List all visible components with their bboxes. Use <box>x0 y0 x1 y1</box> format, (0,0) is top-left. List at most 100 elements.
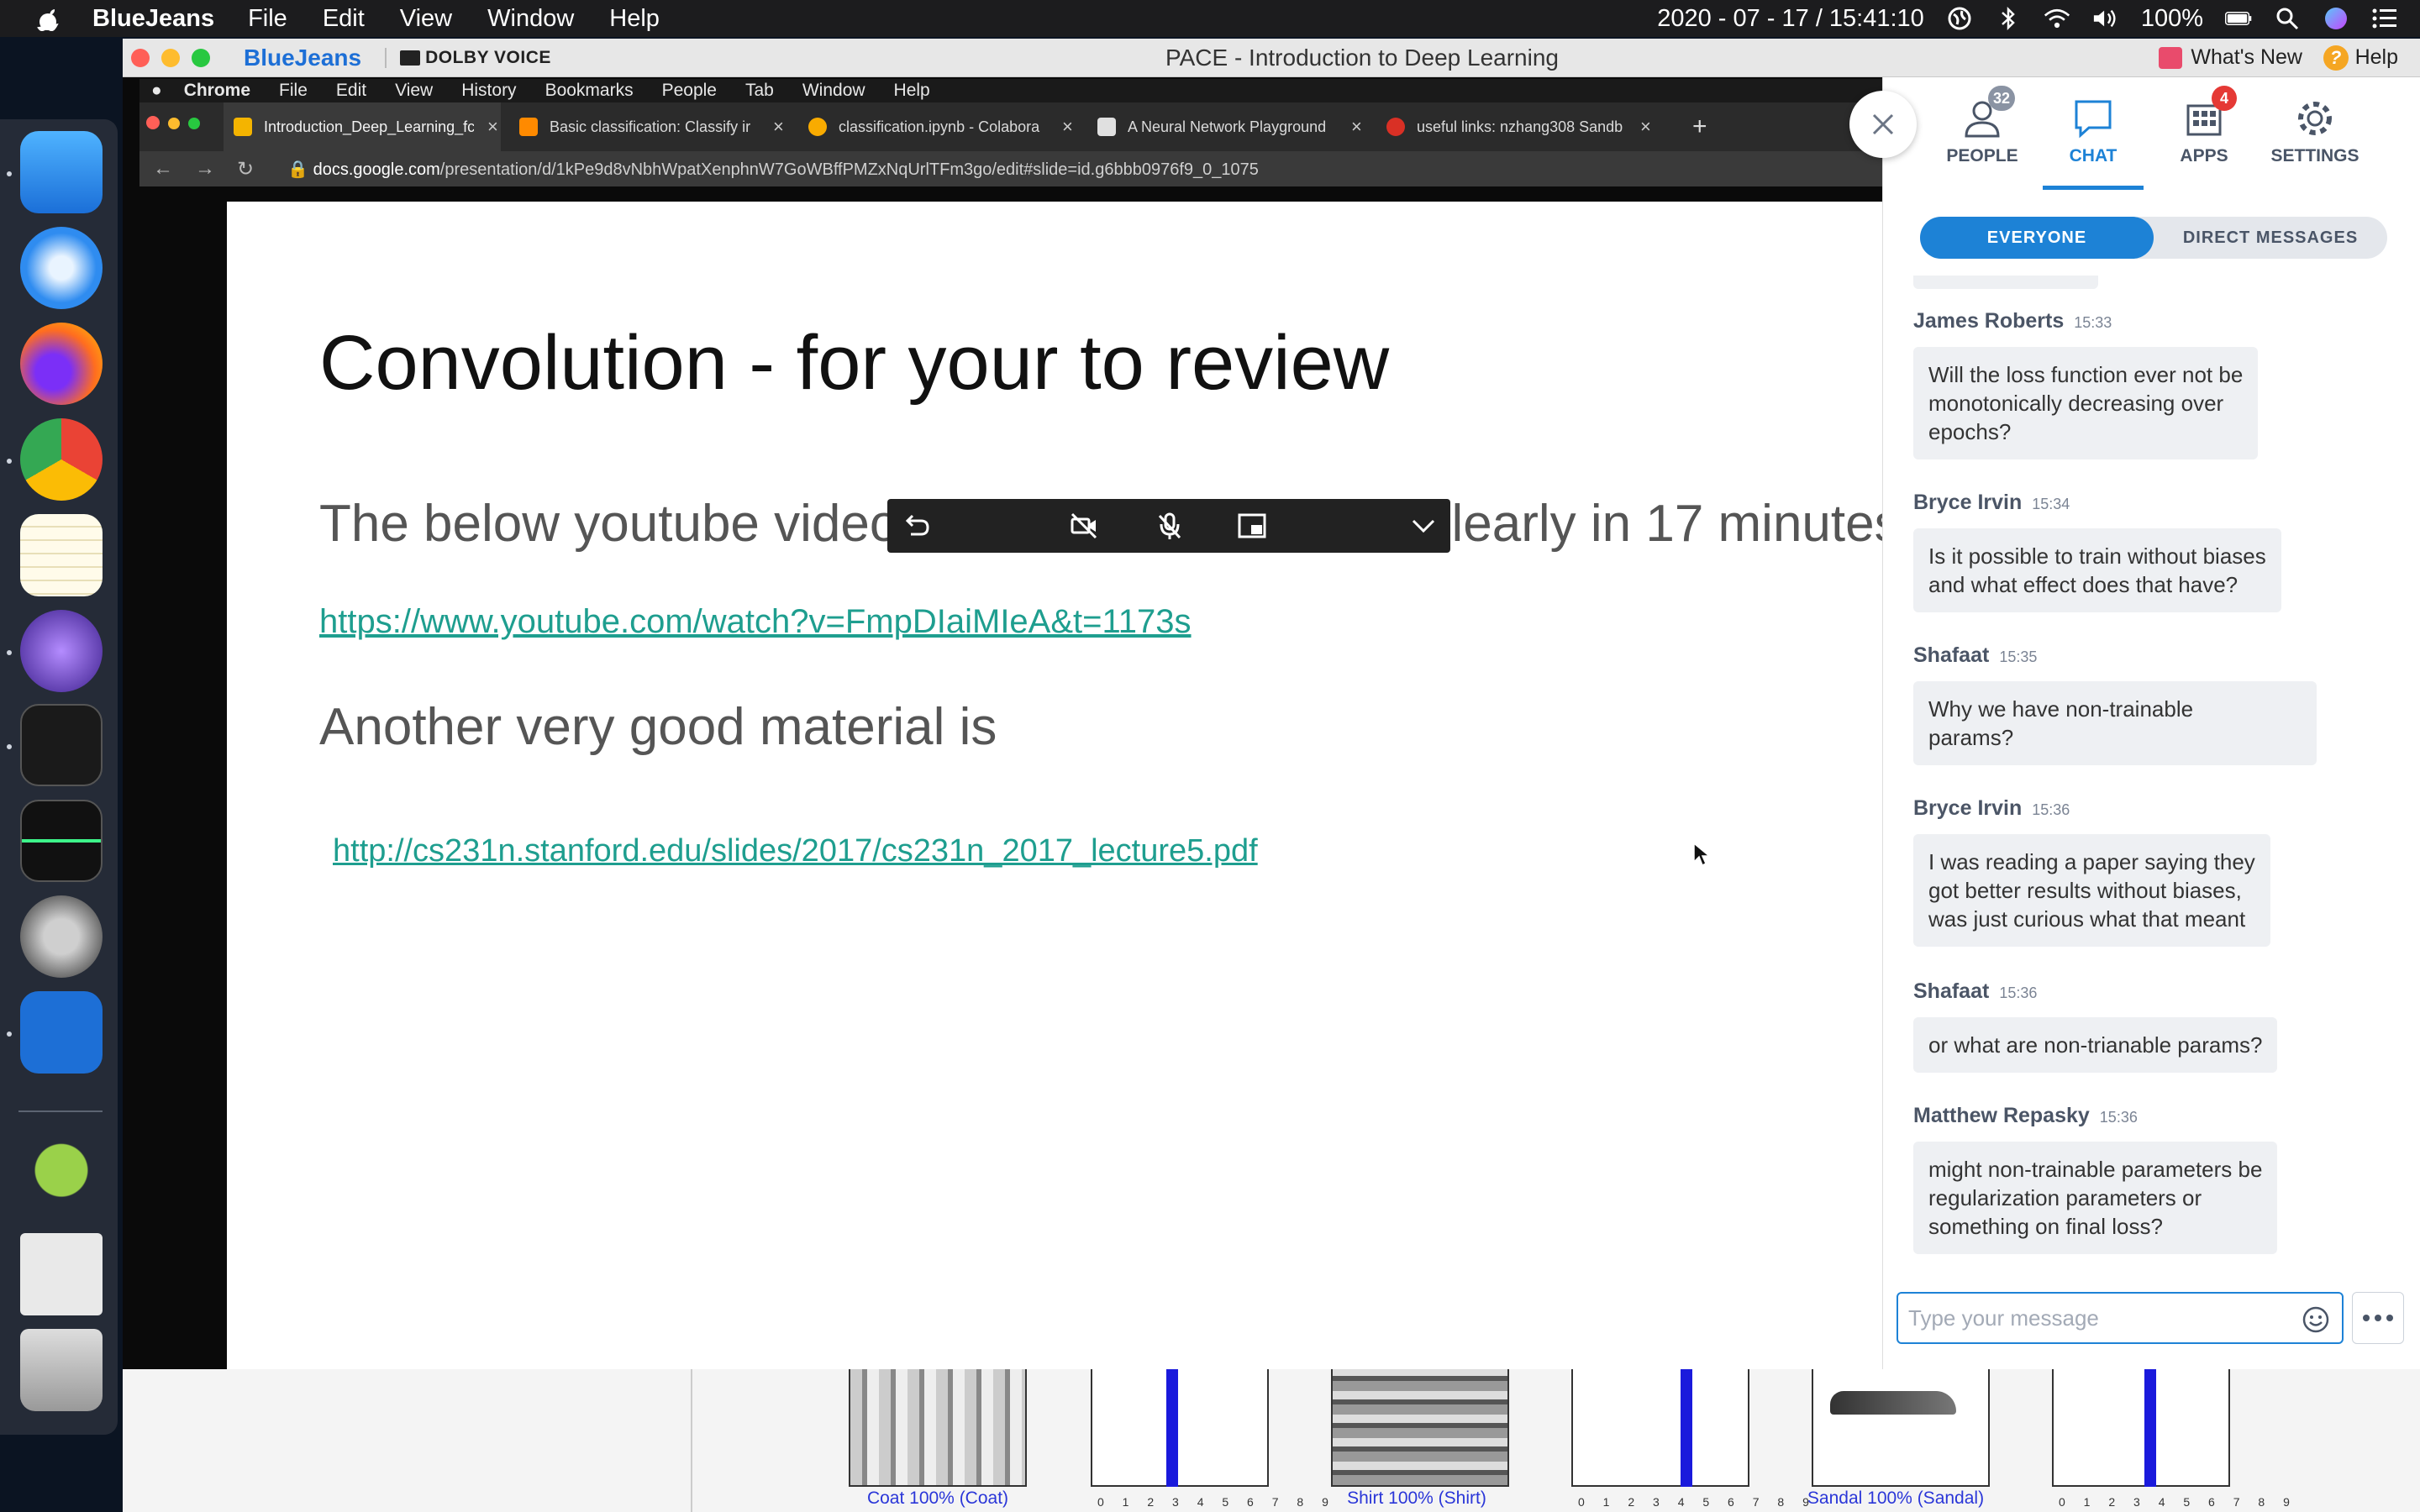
tab-apps[interactable]: 4 APPS <box>2154 86 2254 178</box>
bluejeans-icon[interactable] <box>20 991 103 1074</box>
wifi-icon[interactable] <box>2044 5 2070 32</box>
remote-menubar: ● Chrome File Edit View History Bookmark… <box>139 79 1882 102</box>
volume-icon[interactable] <box>2092 5 2119 32</box>
whats-new-button[interactable]: What's New <box>2159 45 2302 70</box>
active-app-name[interactable]: BlueJeans <box>92 5 214 33</box>
more-options-button[interactable] <box>2352 1292 2404 1344</box>
remote-tab-label: Basic classification: Classify ir <box>550 118 751 135</box>
slide-text-material: Another very good material is <box>319 698 997 756</box>
help-button[interactable]: ? Help <box>2323 45 2398 71</box>
globe-icon[interactable] <box>1946 5 1973 32</box>
chrome-icon[interactable] <box>20 418 103 501</box>
battery-percent: 100% <box>2140 4 2203 32</box>
remote-address-bar: ← → ↻ 🔒 docs.google.com/presentation/d/1kP… <box>139 151 1882 186</box>
terminal-icon[interactable] <box>20 704 103 786</box>
remote-minimize-dot <box>168 118 180 129</box>
remote-tab-label: useful links: nzhang308 Sandb <box>1417 118 1623 135</box>
finder-icon[interactable] <box>20 131 103 213</box>
spotlight-search-icon[interactable] <box>2274 5 2301 32</box>
plot-ticks: 0 1 2 3 4 5 6 7 8 9 <box>2059 1495 2297 1509</box>
everyone-tab[interactable]: EVERYONE <box>1920 217 2154 259</box>
menu-edit[interactable]: Edit <box>323 5 365 33</box>
dolby-icon <box>400 50 421 66</box>
shirt-image <box>1331 1369 1509 1487</box>
chat-message-list[interactable]: James Roberts 15:33 Will the loss functio… <box>1883 276 2420 1273</box>
emoji-icon[interactable] <box>2302 1305 2330 1334</box>
activity-monitor-icon[interactable] <box>20 800 103 882</box>
shirt-caption: Shirt 100% (Shirt) <box>1347 1488 1486 1508</box>
remote-tab-tensorflow: Basic classification: Classify ir × <box>509 102 790 151</box>
sandbox-favicon <box>1386 118 1405 136</box>
android-icon[interactable] <box>20 1137 103 1220</box>
message-composer <box>1897 1292 2344 1344</box>
message-line: Is it possible to train without biases <box>1928 543 2266 569</box>
tab-settings[interactable]: SETTINGS <box>2265 97 2365 178</box>
message-bubble: Is it possible to train without biases an… <box>1913 528 2281 612</box>
undo-icon[interactable] <box>901 511 931 541</box>
firefox-icon[interactable] <box>20 323 103 405</box>
close-panel-button[interactable] <box>1849 91 1917 158</box>
remote-menu-history: History <box>461 81 517 100</box>
remote-tab-label: A Neural Network Playground <box>1128 118 1327 135</box>
message-line: monotonically decreasing over <box>1928 391 2224 416</box>
remote-menu-edit: Edit <box>335 81 367 100</box>
documents-stack-icon[interactable] <box>20 1233 103 1315</box>
bluetooth-icon[interactable] <box>1995 5 2022 32</box>
message-line: got better results without biases, <box>1928 878 2242 903</box>
dock-running-indicator <box>7 744 12 749</box>
remote-menu-file: File <box>279 81 308 100</box>
dot <box>2375 1315 2381 1321</box>
divider <box>691 1369 692 1512</box>
apple-icon[interactable] <box>35 6 60 31</box>
coat-image <box>849 1369 1027 1487</box>
window-close-button[interactable] <box>131 48 150 67</box>
message-line: epochs? <box>1928 419 2012 444</box>
message-time: 15:33 <box>2074 314 2112 331</box>
direct-messages-tab[interactable]: DIRECT MESSAGES <box>2154 217 2387 259</box>
battery-icon[interactable] <box>2225 5 2252 32</box>
remote-forward-icon: → <box>195 156 215 180</box>
notification-center-icon[interactable] <box>2371 5 2398 32</box>
chat-message: Shafaat 15:36 or what are non-trianable p… <box>1913 979 2384 1073</box>
slides-favicon <box>234 118 252 136</box>
siri-icon[interactable] <box>2323 5 2349 32</box>
menubar-datetime[interactable]: 2020 - 07 - 17 / 15:41:10 <box>1657 5 1924 33</box>
playground-favicon <box>1097 118 1116 136</box>
window-zoom-button[interactable] <box>192 48 210 67</box>
message-input[interactable] <box>1908 1305 2295 1331</box>
menu-file[interactable]: File <box>248 5 287 33</box>
tab-settings-label: SETTINGS <box>2270 146 2360 165</box>
picture-in-picture-icon[interactable] <box>1237 511 1267 541</box>
remote-menu-view: View <box>395 81 434 100</box>
trash-icon[interactable] <box>20 1329 103 1411</box>
menu-window[interactable]: Window <box>487 5 574 33</box>
mic-off-icon[interactable] <box>1155 511 1185 541</box>
system-preferences-icon[interactable] <box>20 895 103 978</box>
message-time: 15:36 <box>2032 801 2070 818</box>
remote-menu-people: People <box>661 81 717 100</box>
window-title: PACE - Introduction to Deep Learning <box>1165 44 1559 71</box>
tab-chat[interactable]: CHAT <box>2043 97 2144 190</box>
sandal-shape <box>1830 1391 1956 1415</box>
tab-people[interactable]: 32 PEOPLE <box>1932 86 2033 178</box>
window-minimize-button[interactable] <box>161 48 180 67</box>
dock-running-indicator <box>7 1032 12 1037</box>
bbedit-icon[interactable] <box>20 610 103 692</box>
chat-message: Bryce Irvin 15:34 Is it possible to train… <box>1913 491 2384 612</box>
menu-view[interactable]: View <box>400 5 452 33</box>
chat-message: Matthew Repasky 15:36 might non-trainable… <box>1913 1104 2384 1254</box>
notes-icon[interactable] <box>20 514 103 596</box>
message-line: params? <box>1928 725 2014 750</box>
gear-icon <box>2294 97 2336 139</box>
probability-bar <box>1681 1369 1692 1487</box>
safari-icon[interactable] <box>20 227 103 309</box>
remote-tab-useful-links: useful links: nzhang308 Sandb × <box>1376 102 1657 151</box>
menu-help[interactable]: Help <box>609 5 660 33</box>
chevron-down-icon[interactable] <box>1408 511 1439 541</box>
remote-url: 🔒 docs.google.com/presentation/d/1kPe9d8… <box>287 159 1259 180</box>
tab-chat-label: CHAT <box>2069 146 2118 165</box>
video-off-icon[interactable] <box>1069 511 1099 541</box>
message-author: Bryce Irvin <box>1913 796 2023 820</box>
message-bubble: or what are non-trianable params? <box>1913 1017 2278 1073</box>
bluejeans-titlebar: BlueJeans DOLBY VOICE PACE - Introductio… <box>123 39 2420 77</box>
